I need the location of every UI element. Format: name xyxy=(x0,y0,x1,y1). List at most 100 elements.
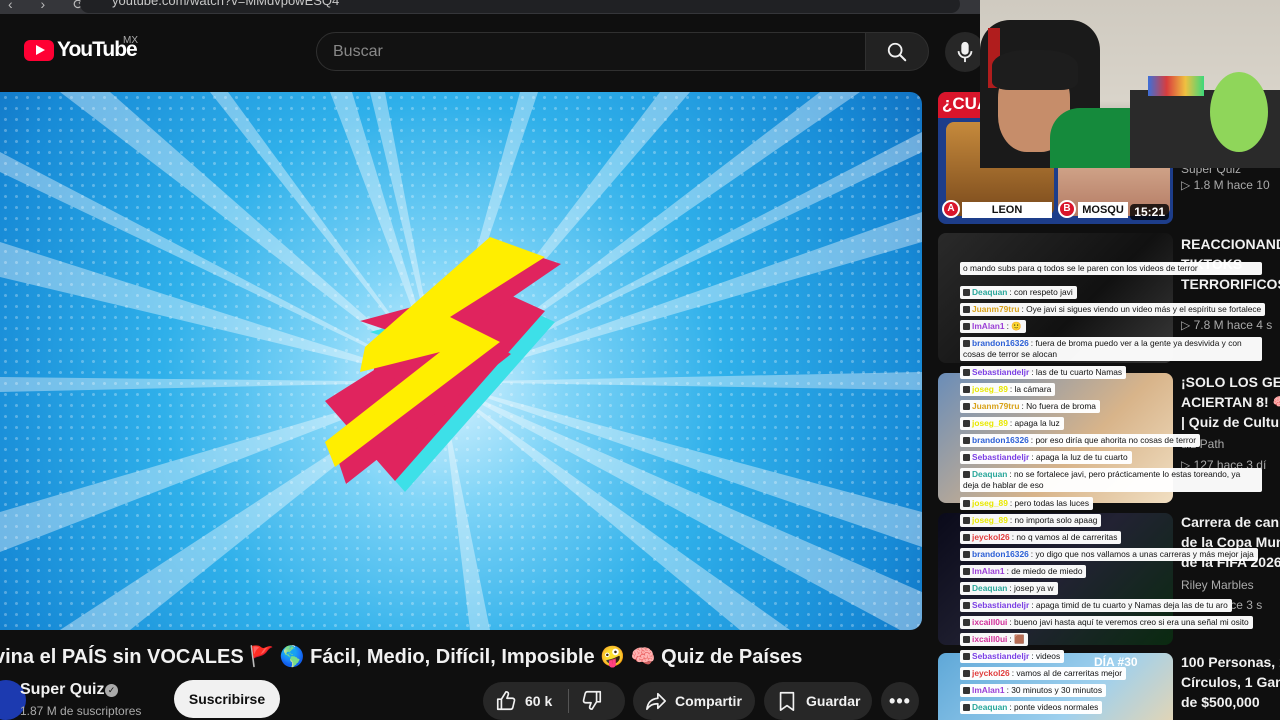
chat-username: Sebastiandeljr xyxy=(972,651,1030,661)
chat-username: Juanm79tru xyxy=(972,304,1020,314)
chat-text: : 30 minutos y 30 minutos xyxy=(1006,685,1103,695)
webcam-overlay xyxy=(980,0,1280,168)
share-label: Compartir xyxy=(675,693,742,709)
chat-text: : 🙂 xyxy=(1006,321,1022,331)
chat-text: : yo digo que nos vallamos a unas carrer… xyxy=(1030,549,1254,559)
chat-username: joseg_89 xyxy=(972,515,1008,525)
dislike-button[interactable] xyxy=(581,689,603,714)
chat-message: ixcaill0ui: bueno javi hasta aquí te ver… xyxy=(960,616,1253,629)
chat-username: ixcaill0ui xyxy=(972,634,1008,644)
browser-toolbar: ‹ › ⟳ youtube.com/watch?v=MMdvpowESQ4 xyxy=(0,0,980,14)
chat-text: : apaga la luz de tu cuarto xyxy=(1031,452,1128,462)
chat-text: : No fuera de broma xyxy=(1021,401,1096,411)
channel-name[interactable]: Super Quiz xyxy=(20,681,104,699)
youtube-logo[interactable]: YouTube MX xyxy=(24,35,138,62)
chat-username: joseg_89 xyxy=(972,418,1008,428)
chat-username: Sebastiandeljr xyxy=(972,600,1030,610)
chat-username: jeyckol26 xyxy=(972,532,1010,542)
verified-check-icon: ✓ xyxy=(105,684,118,697)
chat-username: Deaquan xyxy=(972,583,1008,593)
chat-message: Sebastiandeljr: videos xyxy=(960,650,1065,663)
chat-message: ImAlan1: 🙂 xyxy=(960,320,1026,333)
option-a-label: LEON xyxy=(962,202,1052,218)
chat-message: Sebastiandeljr: las de tu cuarto Namas xyxy=(960,366,1127,379)
chat-badge-icon xyxy=(963,420,970,427)
option-b-badge: B xyxy=(1058,200,1076,218)
chat-text: : de miedo de miedo xyxy=(1006,566,1083,576)
share-button[interactable]: Compartir xyxy=(633,682,755,720)
like-divider xyxy=(568,689,570,713)
thumbs-up-icon xyxy=(496,691,516,711)
share-icon xyxy=(646,692,666,711)
subscribe-button[interactable]: Suscribirse xyxy=(174,680,280,718)
chat-username: brandon16326 xyxy=(972,549,1029,559)
chat-badge-icon xyxy=(963,369,970,376)
microphone-icon xyxy=(957,41,973,63)
chat-message: joseg_89: pero todas las luces xyxy=(960,497,1094,510)
video-player[interactable] xyxy=(0,92,922,630)
chat-message: ImAlan1: de miedo de miedo xyxy=(960,565,1087,578)
save-label: Guardar xyxy=(806,693,861,709)
chat-message: Juanm79tru: No fuera de broma xyxy=(960,400,1100,413)
chat-badge-icon xyxy=(963,704,970,711)
chat-message: brandon16326: fuera de broma puedo ver a… xyxy=(960,337,1262,361)
chat-badge-icon xyxy=(963,636,970,643)
address-bar[interactable]: youtube.com/watch?v=MMdvpowESQ4 xyxy=(80,0,960,13)
rec-title-3[interactable]: ¡SOLO LOS GEN ACIERTAN 8! 🧠 | Quiz de Cu… xyxy=(1181,372,1280,432)
like-dislike-group: 60 k xyxy=(483,682,625,720)
chat-badge-icon xyxy=(963,500,970,507)
option-b-label: MOSQU xyxy=(1078,202,1128,218)
rec-meta-2: ▷ 7.8 M hace 4 s xyxy=(1181,318,1273,332)
chat-text: : ponte videos normales xyxy=(1009,702,1099,712)
chat-badge-icon xyxy=(963,454,970,461)
chat-text: o mando subs para q todos se le paren co… xyxy=(963,263,1198,273)
search-input[interactable]: Buscar xyxy=(316,32,866,71)
chat-message: Deaquan: josep ya w xyxy=(960,582,1058,595)
chat-username: ImAlan1 xyxy=(972,321,1005,331)
chat-badge-icon xyxy=(963,289,970,296)
chat-text: : no importa solo apaag xyxy=(1009,515,1098,525)
chat-badge-icon xyxy=(963,306,970,313)
chat-text: : bueno javi hasta aquí te veremos creo … xyxy=(1009,617,1249,627)
chat-text: : no q vamos al de carreritas xyxy=(1011,532,1118,542)
like-button[interactable]: 60 k xyxy=(483,682,552,720)
chat-message: Deaquan: no se fortalece javi, pero prác… xyxy=(960,468,1262,492)
chat-text: : 🟫 xyxy=(1009,634,1025,644)
chat-username: ImAlan1 xyxy=(972,685,1005,695)
chat-badge-icon xyxy=(963,323,970,330)
chat-message: brandon16326: yo digo que nos vallamos a… xyxy=(960,548,1258,561)
chat-username: Sebastiandeljr xyxy=(972,452,1030,462)
country-code: MX xyxy=(123,35,138,46)
figurines xyxy=(1148,76,1204,96)
voice-search-button[interactable] xyxy=(945,32,985,72)
save-button[interactable]: Guardar xyxy=(764,682,872,720)
chat-text: : las de tu cuarto Namas xyxy=(1031,367,1123,377)
chat-message: Juanm79tru: Oye javi si sigues viendo un… xyxy=(960,303,1266,316)
chat-message: o mando subs para q todos se le paren co… xyxy=(960,262,1262,275)
more-actions-button[interactable]: ••• xyxy=(881,682,919,720)
chat-username: ixcaill0ui xyxy=(972,617,1008,627)
chat-text: : videos xyxy=(1031,651,1061,661)
chat-message: joseg_89: no importa solo apaag xyxy=(960,514,1102,527)
chat-badge-icon xyxy=(963,471,970,478)
chat-message: Sebastiandeljr: apaga la luz de tu cuart… xyxy=(960,451,1132,464)
rec-title-5[interactable]: 100 Personas, 1 Círculos, 1 Gana de $500… xyxy=(1181,652,1280,712)
chat-message: joseg_89: apaga la luz xyxy=(960,417,1064,430)
chat-username: Juanm79tru xyxy=(972,401,1020,411)
chat-badge-icon xyxy=(963,687,970,694)
thumbs-down-icon xyxy=(582,690,602,710)
chat-badge-icon xyxy=(963,670,970,677)
lightning-bolt-logo xyxy=(325,237,561,492)
chat-text: : la cámara xyxy=(1009,384,1052,394)
rec-channel-4[interactable]: Riley Marbles xyxy=(1181,578,1254,592)
rec-title-4[interactable]: Carrera de canic de la Copa Mund de la F… xyxy=(1181,512,1280,572)
chat-text: : apaga la luz xyxy=(1009,418,1060,428)
bookmark-icon xyxy=(779,691,795,711)
search-button[interactable] xyxy=(865,32,929,71)
chat-badge-icon xyxy=(963,619,970,626)
subscriber-count: 1.87 M de suscriptores xyxy=(20,704,142,718)
chat-badge-icon xyxy=(963,653,970,660)
chat-badge-icon xyxy=(963,340,970,347)
chat-badge-icon xyxy=(963,386,970,393)
chat-text: : por eso diría que ahorita no cosas de … xyxy=(1030,435,1197,445)
